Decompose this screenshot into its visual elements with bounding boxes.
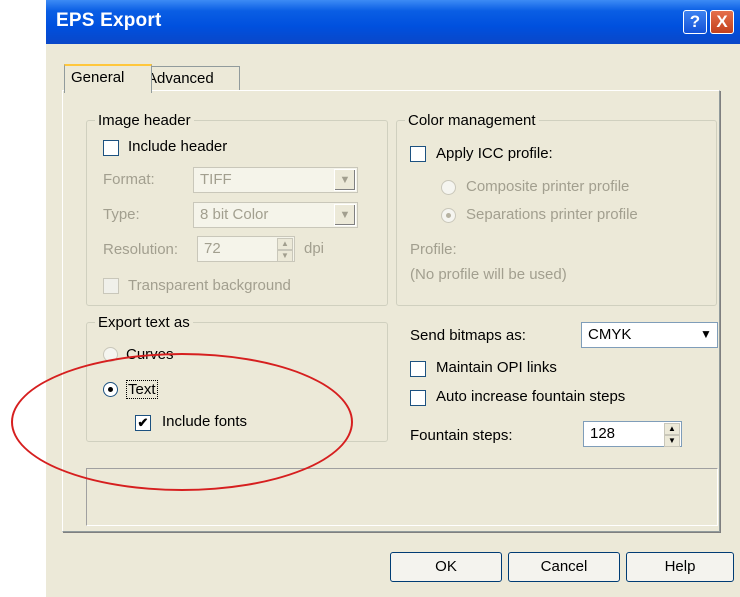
- chevron-down-icon: ▼: [696, 324, 716, 344]
- maintain-opi-checkbox[interactable]: [410, 361, 426, 377]
- format-value: TIFF: [200, 171, 232, 188]
- export-text-legend: Export text as: [98, 314, 190, 331]
- ok-button[interactable]: OK: [390, 552, 502, 582]
- color-management-legend: Color management: [408, 112, 536, 129]
- auto-fountain-checkbox[interactable]: [410, 390, 426, 406]
- auto-fountain-label: Auto increase fountain steps: [436, 388, 626, 405]
- annotation-ellipse: [11, 353, 353, 491]
- include-header-label: Include header: [128, 138, 228, 155]
- profile-value: (No profile will be used): [410, 266, 567, 283]
- title-bar[interactable]: EPS Export ? X: [46, 0, 740, 44]
- format-label: Format:: [103, 171, 155, 188]
- spinner-icon[interactable]: ▲ ▼: [277, 238, 293, 262]
- format-select[interactable]: TIFF ▼: [193, 167, 358, 193]
- dpi-unit: dpi: [304, 240, 325, 257]
- chevron-down-icon: ▼: [334, 169, 356, 191]
- separations-radio[interactable]: [441, 208, 456, 223]
- window-title: EPS Export: [56, 10, 162, 31]
- include-header-checkbox[interactable]: [103, 140, 119, 156]
- send-bitmaps-label: Send bitmaps as:: [410, 327, 526, 344]
- resolution-spinner[interactable]: 72 ▲ ▼: [197, 236, 295, 262]
- type-select[interactable]: 8 bit Color ▼: [193, 202, 358, 228]
- profile-label: Profile:: [410, 241, 457, 258]
- fountain-steps-label: Fountain steps:: [410, 427, 513, 444]
- maintain-opi-label: Maintain OPI links: [436, 359, 557, 376]
- composite-label: Composite printer profile: [466, 178, 630, 195]
- resolution-value: 72: [204, 240, 221, 257]
- transparent-bg-label: Transparent background: [128, 277, 291, 294]
- help-icon[interactable]: ?: [683, 10, 707, 34]
- fountain-steps-value: 128: [590, 425, 616, 442]
- tab-advanced[interactable]: Advanced: [140, 66, 240, 91]
- image-header-legend: Image header: [98, 112, 191, 129]
- type-label: Type:: [103, 206, 140, 223]
- chevron-down-icon: ▼: [334, 204, 356, 226]
- fountain-steps-spinner[interactable]: 128 ▲ ▼: [583, 421, 682, 447]
- tab-general[interactable]: General: [64, 64, 152, 93]
- send-bitmaps-select[interactable]: CMYK ▼: [581, 322, 718, 348]
- resolution-label: Resolution:: [103, 241, 179, 258]
- close-icon[interactable]: X: [710, 10, 734, 34]
- help-button[interactable]: Help: [626, 552, 734, 582]
- apply-icc-label: Apply ICC profile:: [436, 145, 553, 162]
- spinner-icon[interactable]: ▲ ▼: [664, 423, 680, 447]
- cancel-button[interactable]: Cancel: [508, 552, 620, 582]
- apply-icc-checkbox[interactable]: [410, 146, 426, 162]
- transparent-bg-checkbox[interactable]: [103, 278, 119, 294]
- type-value: 8 bit Color: [200, 206, 269, 223]
- composite-radio[interactable]: [441, 180, 456, 195]
- send-bitmaps-value: CMYK: [588, 326, 632, 343]
- separations-label: Separations printer profile: [466, 206, 638, 223]
